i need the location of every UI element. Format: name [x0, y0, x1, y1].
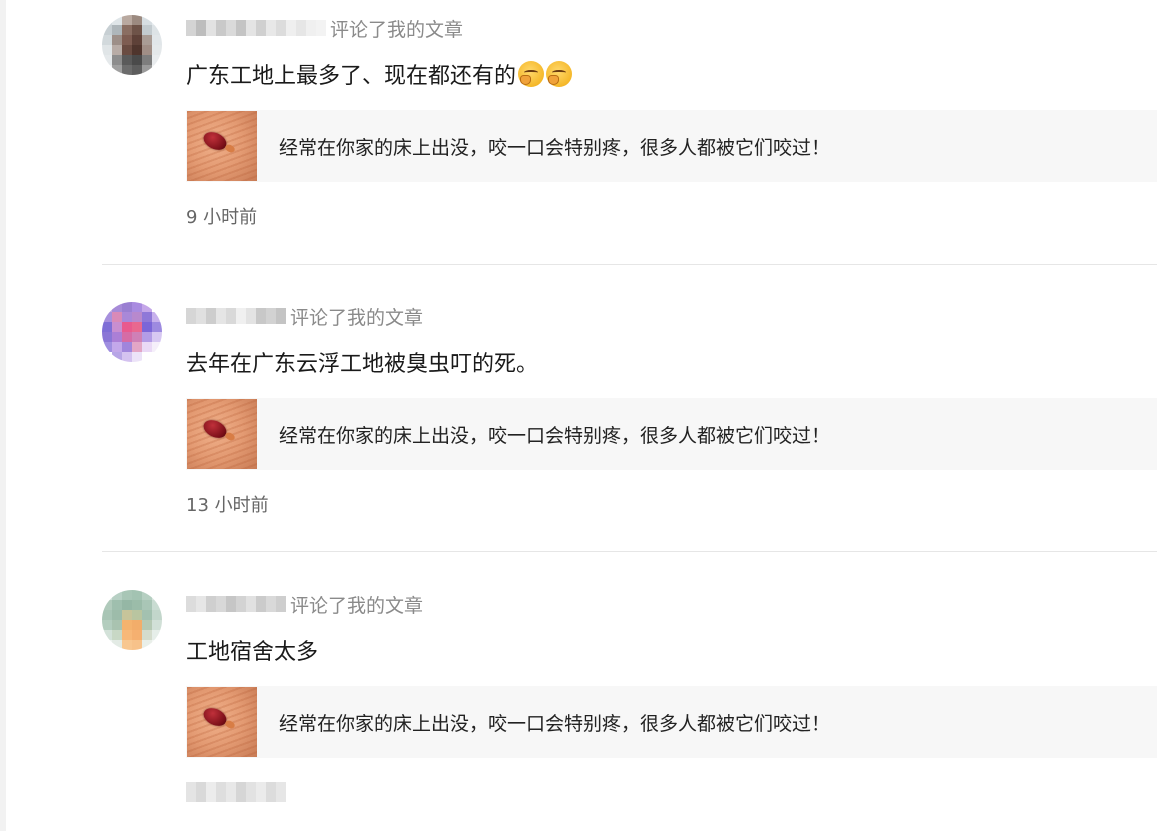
comment-action-text: 评论了我的文章 — [290, 594, 424, 617]
bedbug-image-head — [223, 431, 237, 442]
article-thumbnail — [187, 687, 257, 757]
article-card[interactable]: 经常在你家的床上出没，咬一口会特别疼，很多人都被它们咬过！ — [186, 110, 1157, 182]
comment-body-text: 去年在广东云浮工地被臭虫叮的死。 — [186, 352, 539, 377]
avatar[interactable] — [102, 302, 162, 362]
comment-meta: 评论了我的文章 — [186, 592, 424, 617]
article-card[interactable]: 经常在你家的床上出没，咬一口会特别疼，很多人都被它们咬过！ — [186, 686, 1157, 758]
comment-timestamp: 9 小时前 — [186, 207, 258, 228]
comment-body: 去年在广东云浮工地被臭虫叮的死。 — [186, 347, 538, 377]
username-redacted[interactable] — [186, 596, 286, 612]
comment-body-text: 工地宿舍太多 — [186, 640, 319, 665]
comment-body: 工地宿舍太多 — [186, 635, 318, 665]
article-thumbnail — [187, 111, 257, 181]
avatar[interactable] — [102, 590, 162, 650]
comment-action-text: 评论了我的文章 — [330, 18, 464, 41]
comment-meta: 评论了我的文章 — [186, 16, 464, 41]
comment-feed: 评论了我的文章 广东工地上最多了、现在都还有的 经常在你家的床上出没，咬一口会特… — [0, 0, 1157, 831]
comment-body: 广东工地上最多了、现在都还有的 — [186, 59, 573, 89]
bedbug-image-head — [223, 719, 237, 730]
comment-meta: 评论了我的文章 — [186, 304, 424, 329]
article-thumbnail — [187, 399, 257, 469]
divider — [102, 551, 1157, 552]
bedbug-image-head — [223, 143, 237, 154]
article-title: 经常在你家的床上出没，咬一口会特别疼，很多人都被它们咬过！ — [279, 712, 831, 735]
comment-timestamp: 13 小时前 — [186, 495, 269, 516]
timestamp-redacted — [186, 782, 286, 802]
comment-body-text: 广东工地上最多了、现在都还有的 — [186, 64, 517, 89]
thinking-face-icon — [546, 61, 573, 87]
article-card[interactable]: 经常在你家的床上出没，咬一口会特别疼，很多人都被它们咬过！ — [186, 398, 1157, 470]
divider — [102, 264, 1157, 265]
article-title: 经常在你家的床上出没，咬一口会特别疼，很多人都被它们咬过！ — [279, 424, 831, 447]
article-title: 经常在你家的床上出没，咬一口会特别疼，很多人都被它们咬过！ — [279, 136, 831, 159]
username-redacted[interactable] — [186, 20, 326, 36]
thinking-face-icon — [518, 61, 545, 87]
username-redacted[interactable] — [186, 308, 286, 324]
avatar[interactable] — [102, 15, 162, 75]
comment-action-text: 评论了我的文章 — [290, 306, 424, 329]
